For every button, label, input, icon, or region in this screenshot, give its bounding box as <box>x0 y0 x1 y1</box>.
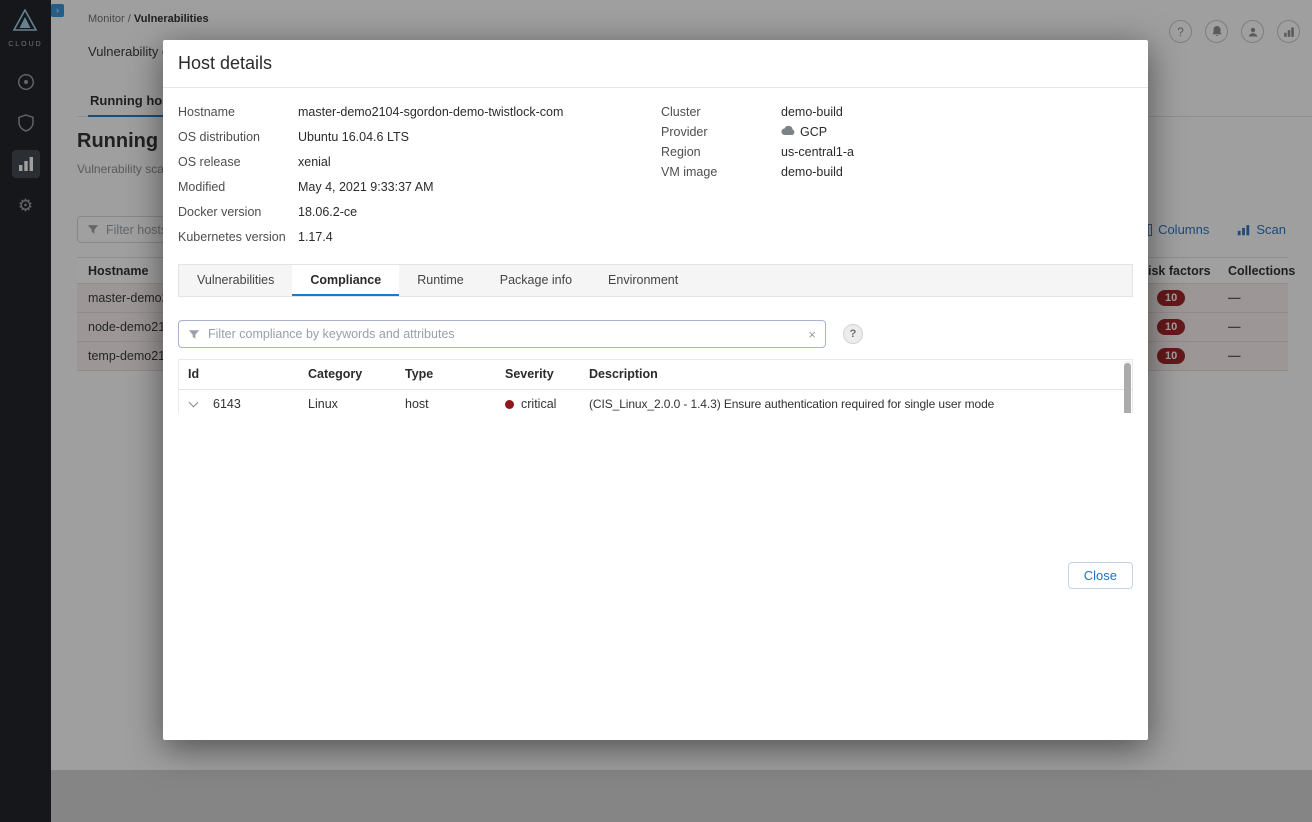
col-id[interactable]: Id <box>179 360 301 390</box>
gcp-icon <box>781 125 795 139</box>
modal-title: Host details <box>178 53 273 73</box>
info-label: VM image <box>661 165 718 179</box>
modal-tab[interactable]: Vulnerabilities <box>179 265 292 296</box>
modal-tab-bar: Vulnerabilities Compliance Runtime Packa… <box>178 264 1133 297</box>
info-row: Modified May 4, 2021 9:33:37 AM <box>178 180 661 194</box>
compliance-table-wrap: Id Category Type Severity Description 61… <box>178 359 1133 413</box>
modal-footer: Close <box>163 413 1148 740</box>
info-row: Cluster demo-build <box>661 105 1133 119</box>
compliance-table-header: Id Category Type Severity Description <box>179 360 1132 390</box>
modal-tab[interactable]: Package info <box>482 265 590 296</box>
info-row: Docker version 18.06.2-ce <box>178 205 661 219</box>
table-scrollbar <box>1124 361 1131 413</box>
modal-header: Host details <box>163 40 1148 88</box>
chevron-down-icon[interactable] <box>188 397 199 408</box>
info-value: 1.17.4 <box>298 230 333 244</box>
compliance-row[interactable]: 6143 Linux host critical (CIS_Linux_2.0.… <box>179 389 1132 413</box>
info-label: Kubernetes version <box>178 230 286 244</box>
host-info: Hostname master-demo2104-sgordon-demo-tw… <box>178 88 1133 260</box>
compliance-filter-field[interactable]: × <box>178 320 826 348</box>
info-value: us-central1-a <box>781 145 854 159</box>
filter-funnel-icon <box>188 329 200 339</box>
info-label: Hostname <box>178 105 235 119</box>
modal-tab[interactable]: Compliance <box>292 265 400 296</box>
info-label: OS release <box>178 155 241 169</box>
col-severity[interactable]: Severity <box>497 360 582 390</box>
compliance-filter-row: × ? <box>178 320 1133 348</box>
info-value: GCP <box>800 125 828 139</box>
info-row: Provider GCP <box>661 125 1133 139</box>
info-row: OS release xenial <box>178 155 661 169</box>
info-row: VM image demo-build <box>661 165 1133 179</box>
close-button[interactable]: Close <box>1067 562 1133 589</box>
info-label: Docker version <box>178 205 262 219</box>
info-row: Kubernetes version 1.17.4 <box>178 230 661 244</box>
info-row: OS distribution Ubuntu 16.04.6 LTS <box>178 130 661 144</box>
compliance-filter-input[interactable] <box>208 327 801 341</box>
host-info-left: Hostname master-demo2104-sgordon-demo-tw… <box>178 105 661 260</box>
filter-help-icon[interactable]: ? <box>843 324 863 344</box>
cell-category: Linux <box>300 389 398 413</box>
cell-id: 6143 <box>205 389 301 413</box>
info-value: demo-build <box>781 105 843 119</box>
info-label: Modified <box>178 180 226 194</box>
col-type[interactable]: Type <box>397 360 498 390</box>
severity-dot <box>505 400 515 409</box>
info-row: Region us-central1-a <box>661 145 1133 159</box>
info-value: demo-build <box>781 165 843 179</box>
info-value: Ubuntu 16.04.6 LTS <box>298 130 409 144</box>
host-info-right: Cluster demo-build Provider GCP Region u… <box>661 105 1133 260</box>
col-description[interactable]: Description <box>581 360 1132 390</box>
cell-description: (CIS_Linux_2.0.0 - 1.4.3) Ensure authent… <box>581 389 1132 413</box>
info-value: 18.06.2-ce <box>298 205 358 219</box>
info-value: master-demo2104-sgordon-demo-twistlock-c… <box>298 105 564 119</box>
cell-type: host <box>397 389 498 413</box>
info-label: Provider <box>661 125 708 139</box>
clear-filter-icon[interactable]: × <box>808 328 816 341</box>
col-category[interactable]: Category <box>300 360 398 390</box>
host-details-modal: Host details Hostname master-demo2104-sg… <box>163 40 1148 740</box>
table-scrollbar-thumb[interactable] <box>1124 363 1131 413</box>
info-label: Cluster <box>661 105 701 119</box>
info-row: Hostname master-demo2104-sgordon-demo-tw… <box>178 105 661 119</box>
modal-tab[interactable]: Environment <box>590 265 696 296</box>
modal-body: Hostname master-demo2104-sgordon-demo-tw… <box>163 88 1148 413</box>
modal-tab[interactable]: Runtime <box>399 265 482 296</box>
compliance-table: Id Category Type Severity Description 61… <box>179 360 1132 413</box>
info-value: May 4, 2021 9:33:37 AM <box>298 180 434 194</box>
severity-label: critical <box>521 397 557 411</box>
cell-severity: critical <box>497 389 582 413</box>
info-value: xenial <box>298 155 331 169</box>
info-label: Region <box>661 145 701 159</box>
info-label: OS distribution <box>178 130 260 144</box>
